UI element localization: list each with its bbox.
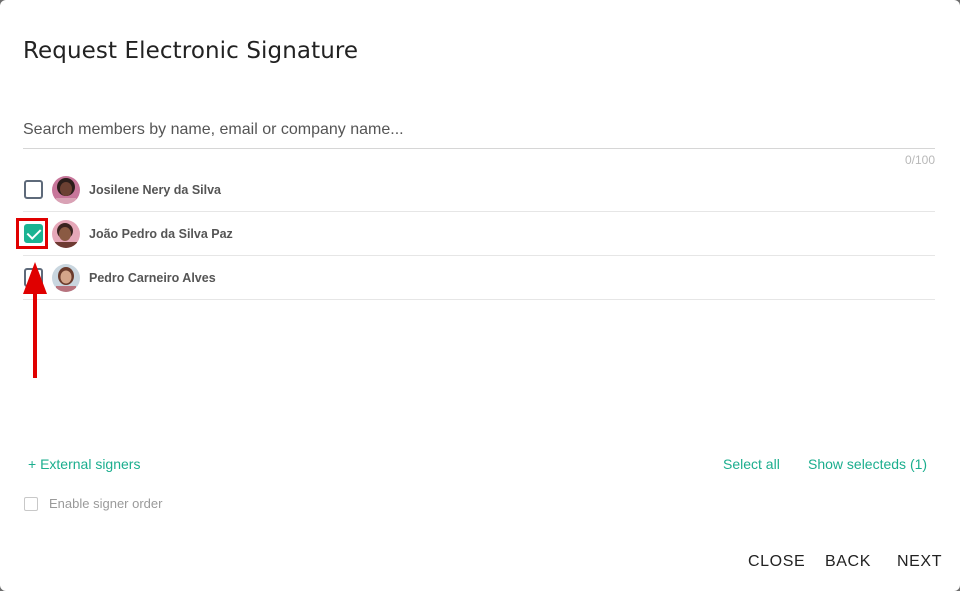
signer-order-label: Enable signer order (49, 496, 163, 511)
member-row[interactable]: Pedro Carneiro Alves (23, 256, 935, 300)
external-signers-link[interactable]: + External signers (28, 456, 140, 472)
red-arrow-annotation (23, 262, 47, 378)
member-search-input[interactable] (23, 112, 935, 149)
member-row[interactable]: Josilene Nery da Silva (23, 168, 935, 212)
avatar (52, 176, 80, 204)
next-button[interactable]: NEXT (897, 553, 942, 571)
member-name: Pedro Carneiro Alves (89, 271, 216, 285)
member-list: Josilene Nery da Silva João Pedro da Sil… (16, 168, 935, 300)
dialog-title: Request Electronic Signature (23, 38, 359, 64)
request-signature-dialog: Request Electronic Signature 0/100 Josil… (0, 0, 960, 591)
enable-signer-order-toggle[interactable]: Enable signer order (24, 496, 162, 511)
signer-order-checkbox[interactable] (24, 496, 38, 511)
avatar (52, 220, 80, 248)
highlight-box (16, 218, 48, 249)
member-checkbox[interactable] (24, 180, 43, 199)
member-name: Josilene Nery da Silva (89, 183, 222, 197)
avatar (52, 264, 80, 292)
close-button[interactable]: CLOSE (748, 553, 805, 571)
back-button[interactable]: BACK (825, 553, 871, 571)
search-char-counter: 0/100 (904, 153, 935, 167)
member-name: João Pedro da Silva Paz (89, 227, 233, 241)
select-all-link[interactable]: Select all (723, 456, 780, 472)
show-selecteds-link[interactable]: Show selecteds (1) (808, 456, 927, 472)
member-row[interactable]: João Pedro da Silva Paz (16, 212, 935, 256)
